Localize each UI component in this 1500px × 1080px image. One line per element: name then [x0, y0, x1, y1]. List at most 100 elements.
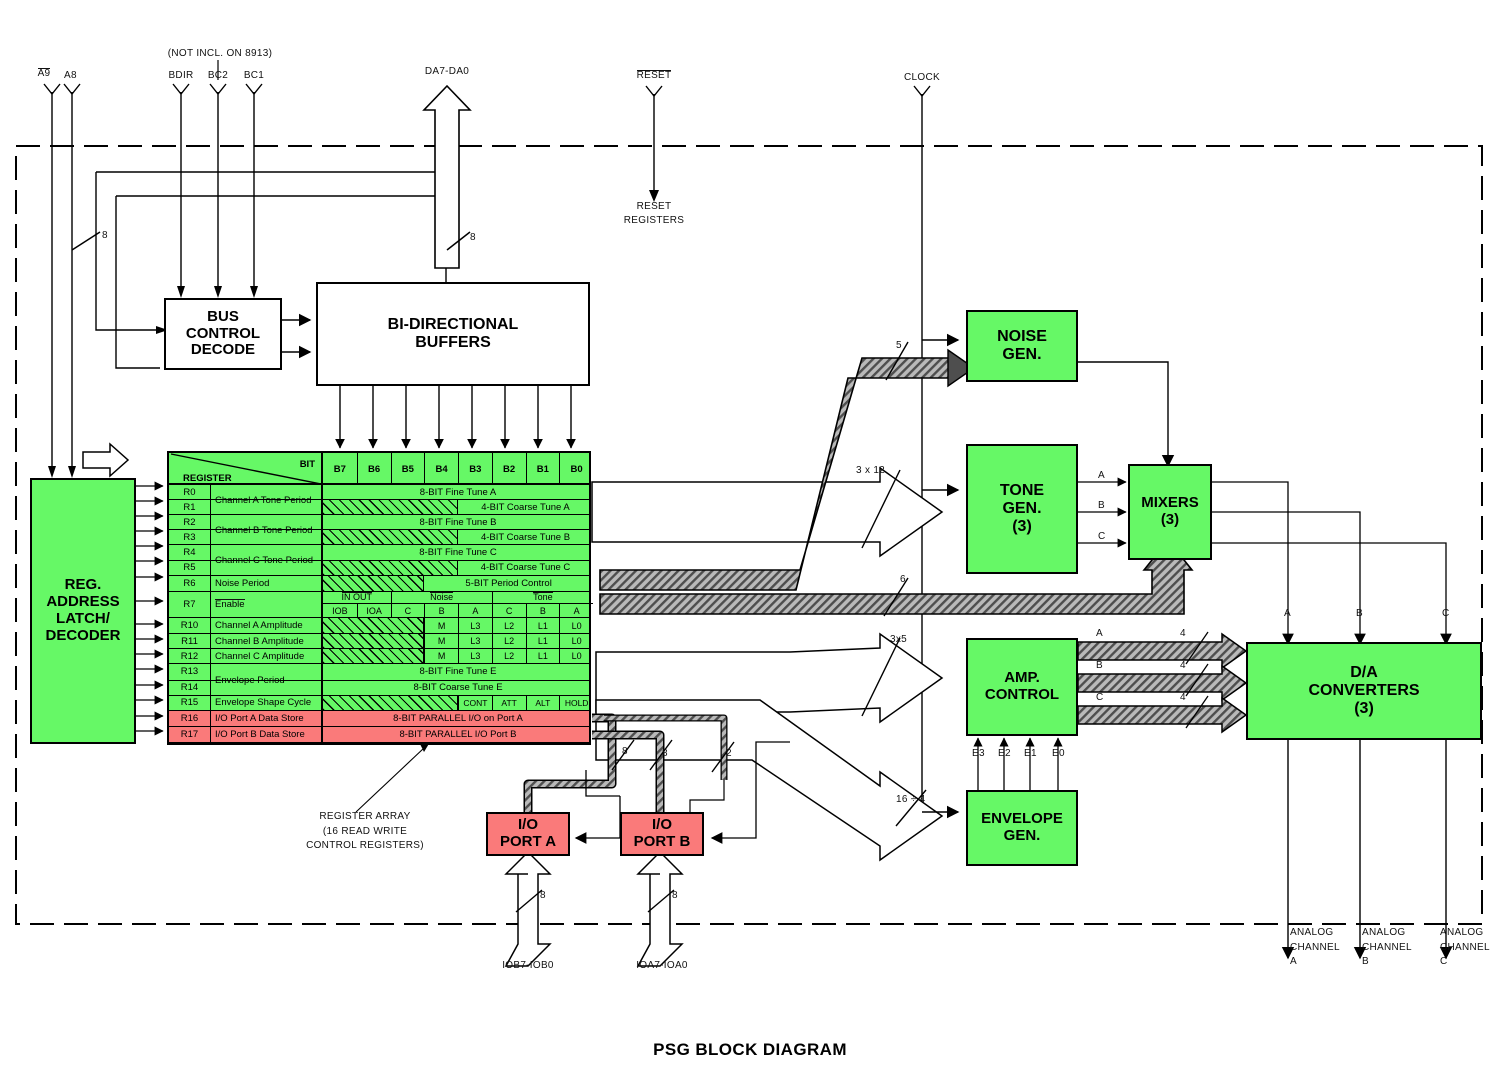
register-row-r13: R13 Envelope Period 8-BIT Fine Tune E	[169, 664, 589, 697]
enable-bit-cell: C	[491, 604, 526, 618]
tone-out-label-c: C	[1098, 531, 1106, 542]
register-data: 5-BIT Period Control	[323, 575, 589, 591]
register-row-r3: R3 4-BIT Coarse Tune B	[169, 530, 589, 546]
register-row-r16: R16 I/O Port A Data Store 8-BIT PARALLEL I…	[169, 710, 589, 727]
amplitude-bit-cell: M	[424, 649, 458, 664]
unused-bits-hatch	[323, 634, 425, 649]
register-row-r14: R14 8-BIT Coarse Tune E	[169, 680, 589, 696]
register-name: Channel C Amplitude	[211, 649, 323, 664]
envelope-shape-bit-cell: HOLD	[559, 695, 593, 710]
register-data: M L3 L2 L1 L0	[323, 649, 589, 664]
register-data: 8-BIT Fine Tune E	[323, 664, 589, 679]
register-data: 8-BIT Fine Tune C	[323, 545, 589, 559]
amp-out-label-c: C	[1096, 692, 1104, 703]
register-name: Channel B Amplitude	[211, 634, 323, 649]
block-mixers: MIXERS (3)	[1128, 464, 1212, 560]
envelope-shape-bit-cell: ATT	[491, 695, 526, 710]
register-row-r12: R12 Channel C Amplitude M L3 L2 L1 L0	[169, 649, 589, 665]
register-field: 5-BIT Period Control	[465, 577, 552, 589]
register-row-r0: R0 Channel A Tone Period 8-BIT Fine Tune A	[169, 485, 589, 516]
unused-bits-hatch	[323, 695, 458, 710]
block-tone-gen: TONE GEN. (3)	[966, 444, 1078, 574]
enable-group-label: Noise	[390, 591, 492, 605]
envelope-bit-label-e2: E2	[998, 748, 1011, 759]
amplitude-bit-cell: L0	[559, 618, 593, 634]
enable-bit-cell: IOA	[356, 604, 391, 618]
register-data: M L3 L2 L1 L0	[323, 634, 589, 649]
register-id: R0	[169, 485, 211, 500]
mixer-out-label-a: A	[1284, 608, 1291, 619]
register-field: 8-BIT Fine Tune C	[419, 547, 497, 559]
pin-label-clock: CLOCK	[904, 72, 940, 83]
block-da-converters: D/A CONVERTERS (3)	[1246, 642, 1482, 740]
register-name: Channel A Amplitude	[211, 618, 323, 634]
bus-width-port-a-line: 8	[662, 748, 668, 759]
envelope-bit-label-e3: E3	[972, 748, 985, 759]
block-io-port-a: I/O PORT A	[486, 812, 570, 856]
note-not-included: (NOT INCL. ON 8913)	[167, 48, 273, 59]
register-row-r7: R7 Enable IN OUT IOB IOA Noise C B A Tone C B A	[169, 591, 593, 619]
table-header-register: REGISTER	[183, 473, 232, 484]
amplitude-bit-cell: L0	[559, 634, 593, 649]
amplitude-bit-cell: L2	[491, 618, 526, 634]
register-row-r4: R4 Channel C Tone Period 8-BIT Fine Tune C	[169, 545, 589, 576]
mixer-out-label-c: C	[1442, 608, 1450, 619]
register-id: R4	[169, 545, 211, 560]
register-data: 8-BIT PARALLEL I/O on Port A	[323, 711, 589, 726]
psg-block-diagram: BUS CONTROL DECODE BI-DIRECTIONAL BUFFER…	[0, 0, 1500, 1080]
register-id: R13	[169, 664, 211, 680]
bit-header-b7: B7	[333, 463, 346, 475]
register-id: R12	[169, 649, 211, 664]
register-id: R6	[169, 575, 211, 591]
table-bit-header-row: B7 B6 B5 B4 B3 B2 B1 B0	[323, 453, 589, 485]
bit-header-b1: B1	[525, 453, 560, 485]
register-field: 8-BIT Fine Tune E	[419, 666, 497, 678]
register-id: R14	[169, 680, 211, 695]
bus-width-port-ctrl: 2	[726, 748, 732, 759]
register-name-cont	[211, 560, 323, 575]
bit-header-b5: B5	[390, 453, 425, 485]
register-data: 8-BIT Coarse Tune E	[323, 681, 589, 695]
register-field: 4-BIT Coarse Tune C	[480, 562, 571, 574]
amp-out-label-b: B	[1096, 660, 1103, 671]
register-name: Enable	[211, 591, 323, 618]
amplitude-bit-cell: M	[424, 618, 458, 634]
register-row-r6: R6 Noise Period 5-BIT Period Control	[169, 575, 589, 592]
register-data: CONT ATT ALT HOLD	[323, 695, 589, 710]
pin-label-a9: A9	[37, 68, 51, 79]
register-field: 8-BIT PARALLEL I/O Port B	[399, 728, 517, 740]
register-field: 4-BIT Coarse Tune B	[480, 531, 571, 543]
bit-header-b3: B3	[458, 453, 492, 485]
bus-width-amp-ctrl: 3x5	[890, 634, 908, 645]
register-name-cont	[211, 530, 323, 545]
bit-header-b6: B6	[356, 453, 391, 485]
bus-width-noise-period: 5	[896, 340, 902, 351]
register-id: R7	[169, 591, 211, 618]
bus-width-dac-a: 4	[1180, 628, 1186, 639]
amplitude-bit-cell: L3	[458, 649, 492, 664]
amplitude-bit-cell: L1	[525, 649, 560, 664]
pin-label-bc1: BC1	[243, 70, 265, 81]
register-field: 8-BIT Coarse Tune E	[413, 682, 503, 694]
register-data: 4-BIT Coarse Tune C	[323, 560, 589, 575]
register-row-r10: R10 Channel A Amplitude M L3 L2 L1 L0	[169, 618, 589, 635]
register-data: M L3 L2 L1 L0	[323, 618, 589, 634]
register-name: I/O Port A Data Store	[211, 710, 323, 726]
register-row-r11: R11 Channel B Amplitude M L3 L2 L1 L0	[169, 634, 589, 650]
register-name: I/O Port B Data Store	[211, 726, 323, 742]
enable-bit-cell: IOB	[332, 605, 348, 616]
register-field: 8-BIT Fine Tune A	[419, 486, 497, 498]
register-id: R10	[169, 618, 211, 634]
amplitude-bit-cell: L3	[458, 618, 492, 634]
bus-width-data-top: 8	[470, 232, 476, 243]
enable-group-label: IN OUT	[323, 592, 391, 605]
envelope-bit-label-e1: E1	[1024, 748, 1037, 759]
enable-bit-cell: B	[424, 604, 458, 618]
register-id: R15	[169, 695, 211, 710]
amplitude-bit-cell: L1	[525, 634, 560, 649]
label-analog-channel-a: ANALOG CHANNEL A	[1290, 927, 1340, 967]
amplitude-bit-cell: L0	[559, 649, 593, 664]
register-data: IN OUT IOB IOA Noise C B A Tone C B A	[323, 591, 593, 618]
pin-label-iob-bus: IOB7-IOB0	[502, 960, 554, 971]
register-data: 8-BIT PARALLEL I/O Port B	[323, 727, 589, 742]
